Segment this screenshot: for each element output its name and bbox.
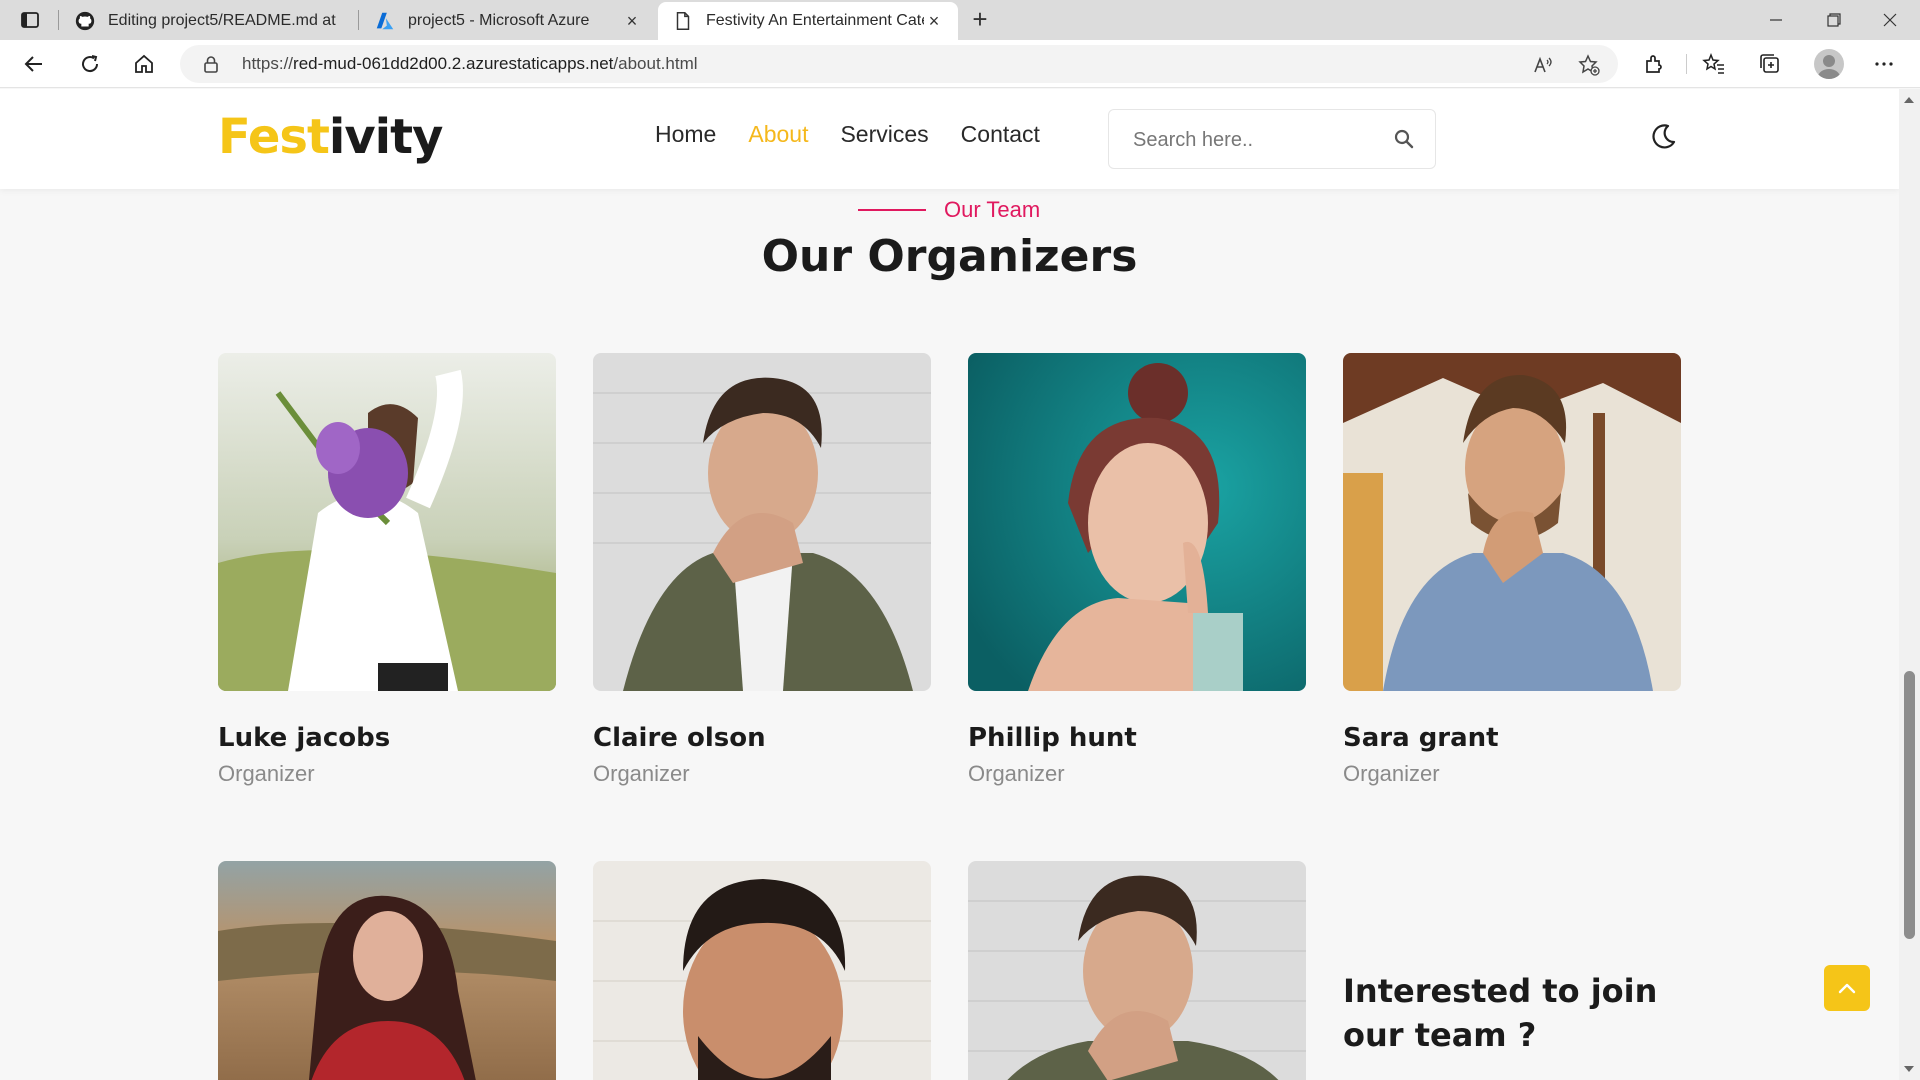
team-photo-man-beard (593, 861, 931, 1080)
team-card (968, 861, 1306, 1080)
team-photo-man-jacket (593, 353, 931, 691)
page-scrollbar[interactable] (1899, 89, 1920, 1080)
member-role: Organizer (968, 761, 1065, 786)
address-bar[interactable]: https://red-mud-061dd2d00.2.azurestatica… (180, 45, 1618, 83)
member-name: Luke jacobs (218, 723, 391, 753)
browser-tab-festivity[interactable]: Festivity An Entertainment Categ × (658, 2, 958, 40)
team-card (593, 861, 931, 1080)
site-search (1108, 109, 1436, 169)
toolbar-divider (1686, 54, 1687, 74)
nav-contact[interactable]: Contact (961, 121, 1040, 148)
close-icon[interactable]: × (924, 11, 944, 31)
close-window-button[interactable] (1870, 6, 1910, 34)
site-logo[interactable]: Festivity (218, 109, 443, 165)
kicker-text: Our Team (944, 197, 1041, 222)
browser-tab-bar: Editing project5/README.md at project5 -… (0, 0, 1920, 40)
browser-tab-github[interactable]: Editing project5/README.md at (60, 2, 356, 40)
web-page: Festivity Home About Services Contact Ou… (0, 89, 1899, 1080)
close-window-icon (1883, 13, 1897, 27)
back-icon[interactable] (22, 52, 46, 76)
tab-title: Festivity An Entertainment Categ (706, 12, 924, 29)
site-header: Festivity Home About Services Contact (0, 89, 1899, 189)
github-icon (75, 11, 95, 31)
dark-mode-toggle-icon[interactable] (1648, 122, 1678, 152)
more-options-icon[interactable] (1872, 52, 1896, 76)
section-kicker: Our Team (858, 197, 1040, 223)
member-role: Organizer (1343, 761, 1440, 786)
tab-actions-icon[interactable] (18, 8, 42, 32)
main-nav: Home About Services Contact (655, 121, 1040, 148)
page-icon (676, 12, 690, 30)
favorites-icon[interactable] (1702, 52, 1726, 76)
join-team-heading: Interested to join our team ? (1343, 972, 1658, 1054)
logo-rest-text: ivity (328, 109, 443, 165)
team-card: Claire olson Organizer (593, 353, 931, 787)
collections-icon[interactable] (1758, 52, 1782, 76)
member-name: Claire olson (593, 723, 766, 753)
minimize-icon (1770, 19, 1782, 21)
nav-about[interactable]: About (748, 121, 808, 148)
profile-icon (1818, 55, 1840, 79)
extensions-icon[interactable] (1642, 52, 1666, 76)
search-icon[interactable] (1393, 128, 1415, 150)
scroll-thumb[interactable] (1904, 671, 1915, 939)
member-name: Phillip hunt (968, 723, 1137, 753)
browser-toolbar: https://red-mud-061dd2d00.2.azurestatica… (0, 40, 1920, 88)
member-name: Sara grant (1343, 723, 1499, 753)
tab-separator (358, 10, 359, 30)
team-card: Phillip hunt Organizer (968, 353, 1306, 787)
url-domain: red-mud-061dd2d00.2.azurestaticapps.net (293, 54, 614, 73)
new-tab-button[interactable]: + (966, 6, 994, 34)
close-icon[interactable]: × (622, 11, 642, 31)
profile-avatar[interactable] (1814, 49, 1844, 79)
url-prefix: https:// (242, 54, 294, 73)
home-icon[interactable] (132, 52, 156, 76)
team-card: Luke jacobs Organizer (218, 353, 556, 787)
team-photo-woman-teal (968, 353, 1306, 691)
tab-title: project5 - Microsoft Azure (408, 12, 590, 29)
scroll-down-icon[interactable] (1904, 1066, 1914, 1072)
nav-home[interactable]: Home (655, 121, 716, 148)
member-role: Organizer (593, 761, 690, 786)
member-role: Organizer (218, 761, 315, 786)
nav-services[interactable]: Services (840, 121, 928, 148)
browser-tab-azure[interactable]: project5 - Microsoft Azure × (360, 2, 656, 40)
section-title: Our Organizers (761, 231, 1138, 282)
minimize-button[interactable] (1756, 6, 1796, 34)
refresh-icon[interactable] (78, 52, 102, 76)
team-photo-man-blue-shirt (1343, 353, 1681, 691)
tab-title: Editing project5/README.md at (108, 12, 336, 29)
url-path: /about.html (613, 54, 698, 73)
restore-button[interactable] (1814, 6, 1854, 34)
tab-separator (58, 10, 59, 30)
add-favorite-icon[interactable] (1578, 54, 1600, 76)
restore-icon (1827, 13, 1841, 27)
team-photo-man-jacket-2 (968, 861, 1306, 1080)
read-aloud-icon[interactable] (1532, 54, 1554, 76)
url-text: https://red-mud-061dd2d00.2.azurestatica… (242, 54, 698, 74)
back-to-top-button[interactable] (1824, 965, 1870, 1011)
team-card: Sara grant Organizer (1343, 353, 1681, 787)
lock-icon[interactable] (202, 55, 220, 73)
azure-icon (376, 12, 394, 30)
team-photo-woman-flowers (218, 353, 556, 691)
chevron-up-icon (1838, 983, 1856, 994)
logo-accent-text: Fest (218, 109, 330, 165)
scroll-up-icon[interactable] (1904, 97, 1914, 103)
kicker-line (858, 209, 926, 211)
team-card (218, 861, 556, 1080)
team-photo-woman-red-dress (218, 861, 556, 1080)
search-input[interactable] (1133, 126, 1373, 154)
